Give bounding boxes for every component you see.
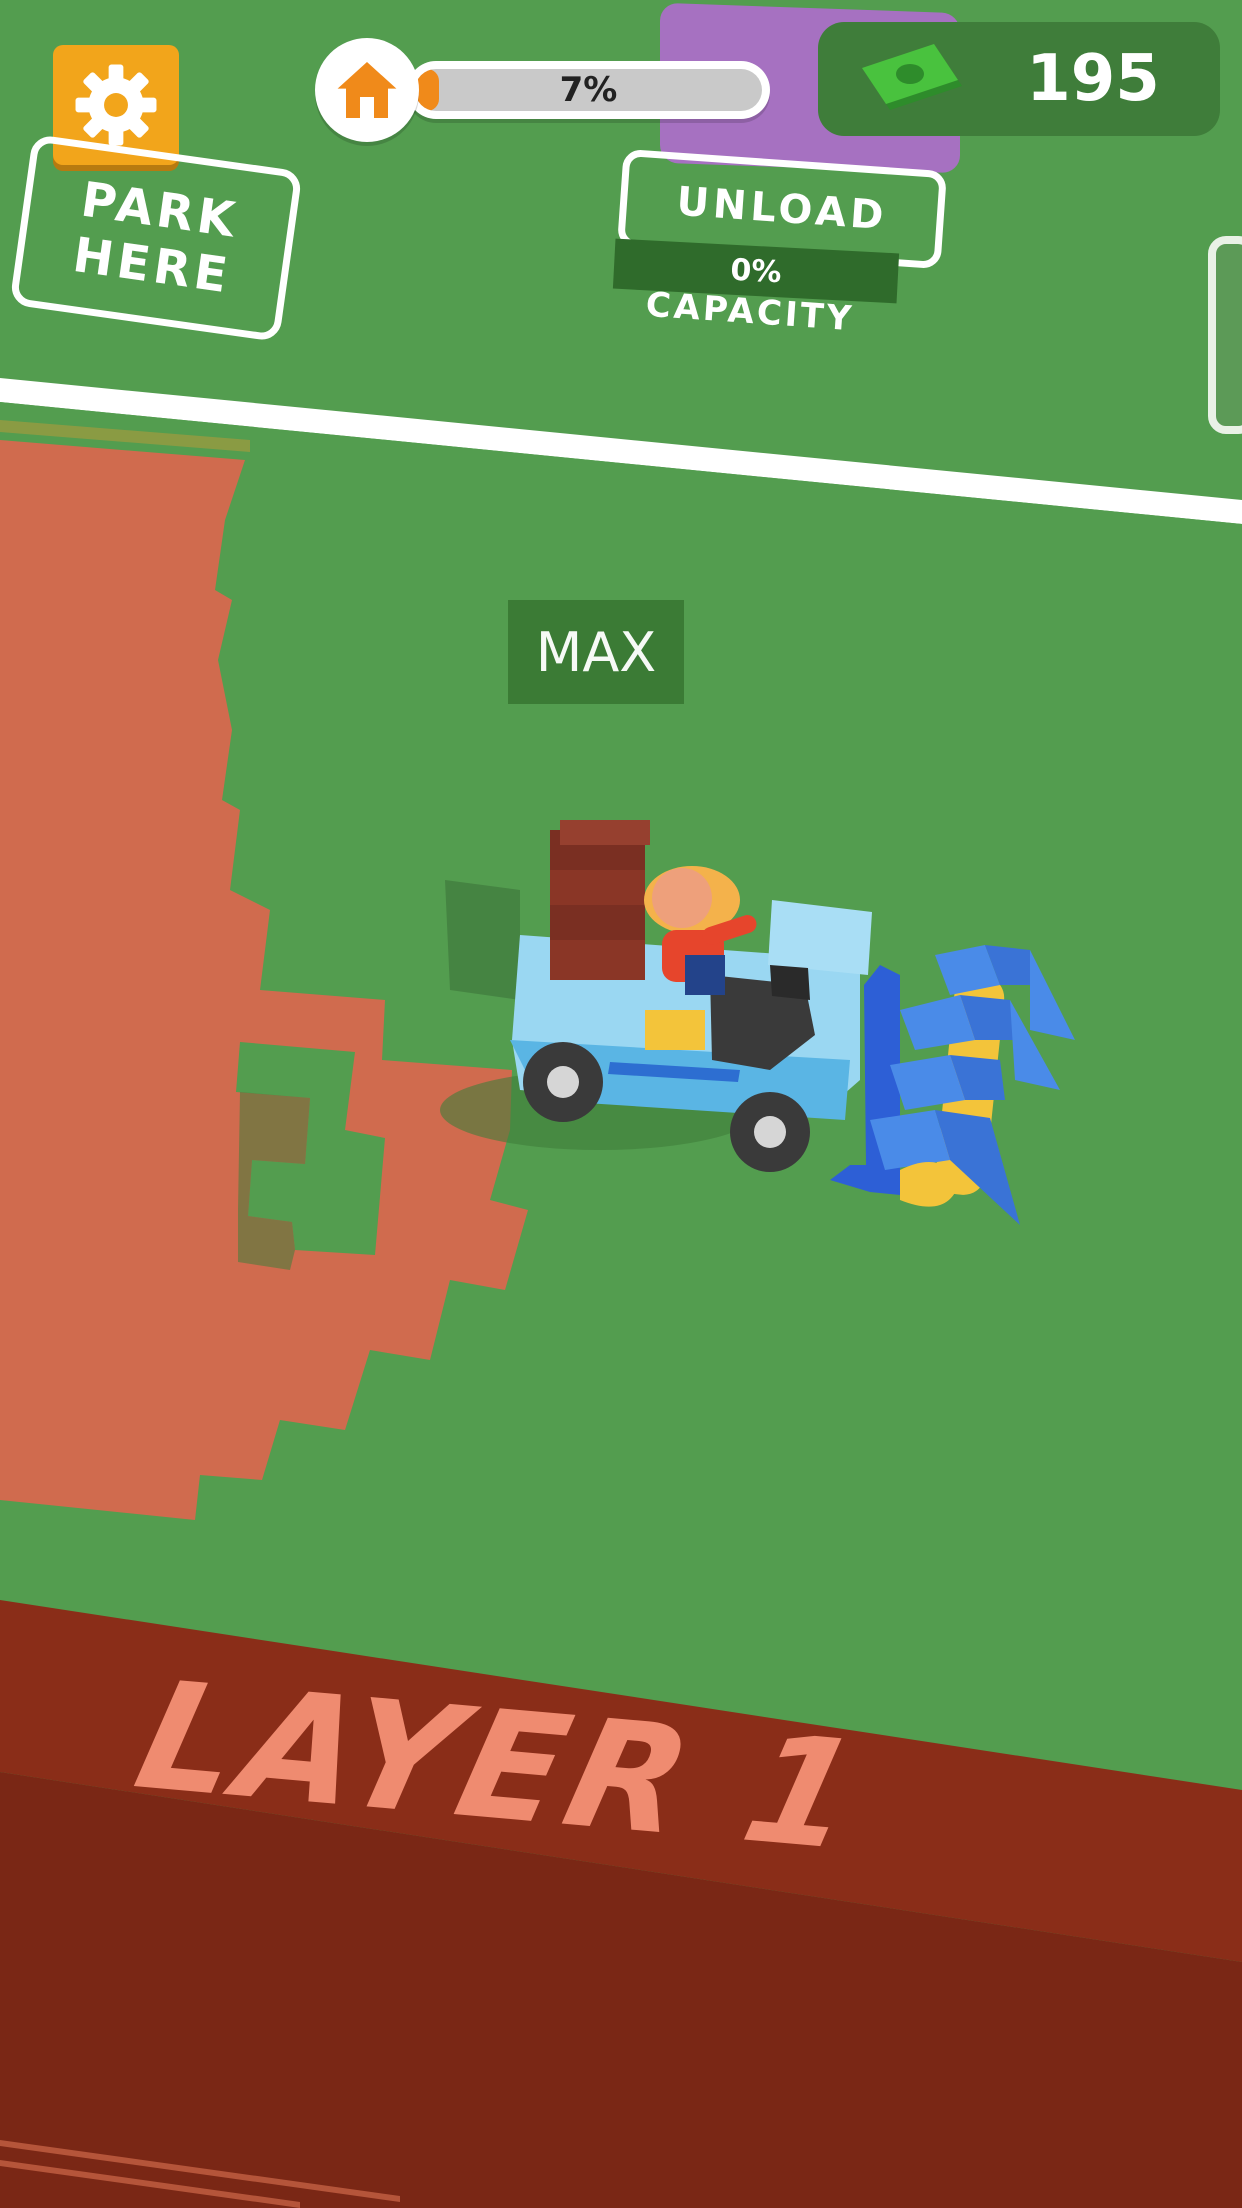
- vehicle-grille: [645, 1010, 705, 1050]
- right-edge-structure: [1208, 236, 1242, 434]
- driver-head: [652, 868, 712, 928]
- progress-label: 7%: [559, 70, 618, 110]
- driver-overalls: [685, 955, 725, 995]
- max-capacity-badge: MAX: [508, 600, 684, 704]
- level-progress: 7%: [315, 38, 775, 142]
- unload-label: UNLOAD: [675, 178, 889, 240]
- money-value: 195: [1026, 42, 1160, 116]
- seat-back: [770, 965, 810, 1000]
- brick-stack: [550, 820, 650, 980]
- cash-icon: [862, 44, 962, 110]
- money-counter: 195: [818, 22, 1220, 136]
- cargo-shadow: [445, 880, 520, 1000]
- gear-icon: [75, 64, 157, 146]
- progress-inner: 7%: [415, 69, 762, 111]
- vehicle-hood: [768, 900, 872, 975]
- home-icon: [337, 62, 397, 118]
- home-badge: [315, 38, 419, 142]
- progress-track: 7%: [407, 61, 770, 119]
